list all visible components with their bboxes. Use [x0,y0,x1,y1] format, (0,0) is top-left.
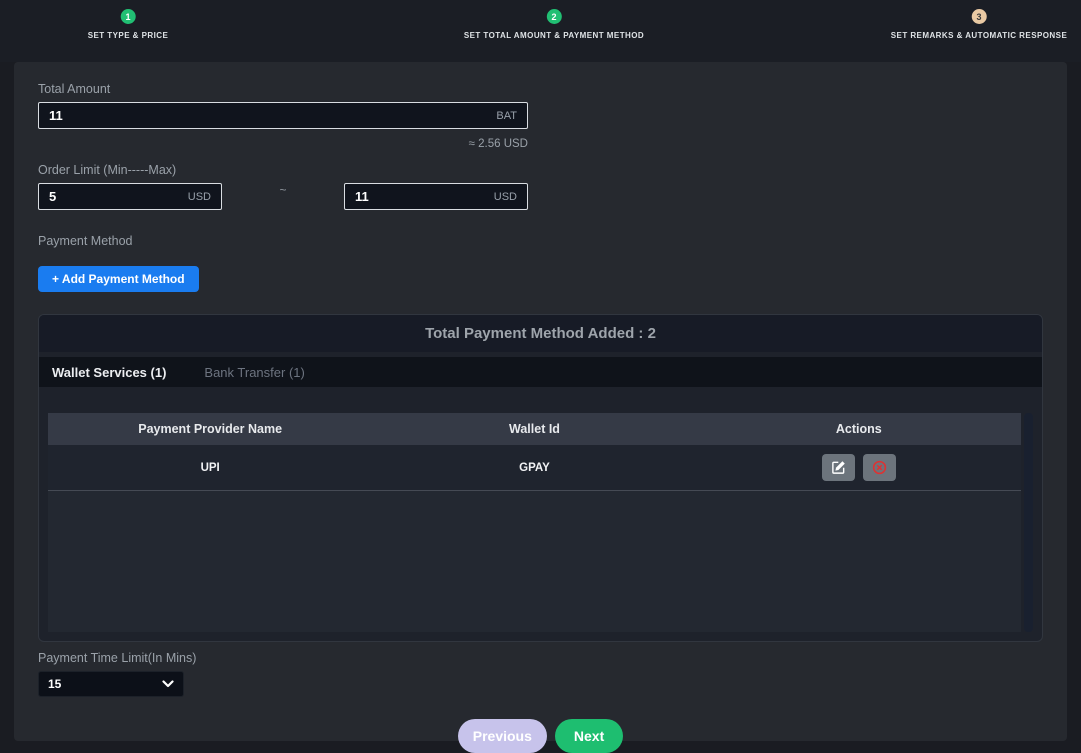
tab-bank-transfer[interactable]: Bank Transfer (1) [204,365,304,380]
footer-buttons: Previous Next [38,719,1043,753]
table-scrollbar-track [1024,413,1033,632]
header-provider-name: Payment Provider Name [48,413,372,445]
cell-actions [697,445,1021,490]
panel-tabs: Wallet Services (1) Bank Transfer (1) [39,357,1042,387]
header-actions: Actions [697,413,1021,445]
order-limit-row: 5 USD ~ 11 USD [38,183,528,210]
step-set-type-price[interactable]: 1 SET TYPE & PRICE [88,9,169,40]
tab-wallet-services[interactable]: Wallet Services (1) [52,365,166,380]
order-limit-max-input[interactable]: 11 USD [344,183,528,210]
step-3-circle[interactable]: 3 [972,9,987,24]
order-limit-max-currency: USD [494,191,517,203]
order-limit-min-value: 5 [49,189,56,204]
payment-time-limit-block: Payment Time Limit(In Mins) 15 [38,651,1043,697]
payment-methods-table: Payment Provider Name Wallet Id Actions … [48,413,1021,632]
wizard-stepper: 1 SET TYPE & PRICE 2 SET TOTAL AMOUNT & … [0,0,1081,62]
form-card: Total Amount 11 BAT ≈ 2.56 USD Order Lim… [14,62,1067,741]
total-amount-label: Total Amount [38,82,1043,96]
payment-time-limit-value: 15 [48,677,61,691]
order-limit-max-value: 11 [355,189,369,204]
payment-time-limit-select[interactable]: 15 [38,671,184,697]
table-scrollbar-thumb[interactable] [1024,413,1033,632]
delete-button[interactable] [863,454,896,481]
payment-method-label: Payment Method [38,234,1043,248]
step-set-total-amount[interactable]: 2 SET TOTAL AMOUNT & PAYMENT METHOD [464,9,644,40]
edit-button[interactable] [822,454,855,481]
cell-wallet-id: GPAY [372,445,696,490]
payment-time-limit-label: Payment Time Limit(In Mins) [38,651,1043,665]
step-set-remarks[interactable]: 3 SET REMARKS & AUTOMATIC RESPONSE [891,9,1068,40]
step-2-label: SET TOTAL AMOUNT & PAYMENT METHOD [464,31,644,40]
add-payment-method-button[interactable]: + Add Payment Method [38,266,199,292]
header-wallet-id: Wallet Id [372,413,696,445]
panel-body: Payment Provider Name Wallet Id Actions … [39,387,1042,641]
panel-title: Total Payment Method Added : 2 [39,315,1042,352]
step-1-label: SET TYPE & PRICE [88,31,169,40]
next-button[interactable]: Next [555,719,623,753]
total-amount-currency: BAT [496,110,517,122]
table-header-row: Payment Provider Name Wallet Id Actions [48,413,1021,445]
step-3-label: SET REMARKS & AUTOMATIC RESPONSE [891,31,1068,40]
payment-methods-panel: Total Payment Method Added : 2 Wallet Se… [38,314,1043,642]
order-limit-separator: ~ [222,183,344,195]
step-1-circle[interactable]: 1 [121,9,136,24]
step-2-circle[interactable]: 2 [547,9,562,24]
table-row: UPI GPAY [48,445,1021,491]
total-amount-value: 11 [49,108,63,123]
chevron-down-icon [162,680,174,688]
order-limit-min-currency: USD [188,191,211,203]
delete-circle-x-icon [872,460,887,475]
approx-usd-value: ≈ 2.56 USD [38,138,528,150]
order-limit-min-input[interactable]: 5 USD [38,183,222,210]
order-limit-label: Order Limit (Min-----Max) [38,163,1043,177]
previous-button[interactable]: Previous [458,719,547,753]
total-amount-input[interactable]: 11 BAT [38,102,528,129]
edit-pencil-square-icon [831,460,846,475]
cell-provider-name: UPI [48,445,372,490]
